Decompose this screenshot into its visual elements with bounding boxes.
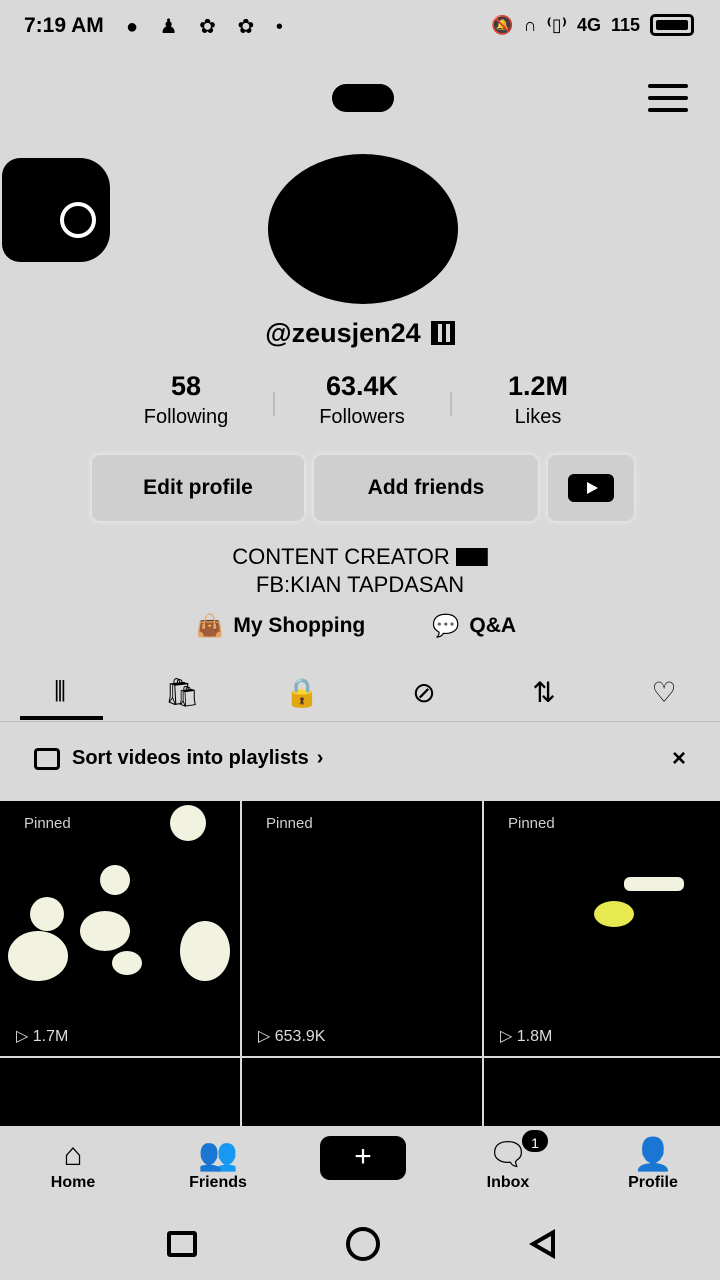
stat-likes[interactable]: 1.2M Likes <box>458 370 618 429</box>
my-shopping-link[interactable]: 👜 My Shopping <box>196 610 365 642</box>
bio-text-1: CONTENT CREATOR <box>232 544 450 569</box>
pinned-label: Pinned <box>24 815 71 832</box>
nav-profile-label: Profile <box>628 1174 678 1191</box>
tab-liked[interactable]: ♡ <box>634 672 694 712</box>
stat-following[interactable]: 58 Following <box>106 370 266 429</box>
vibrate-icon: ⁽▯⁾ <box>546 14 567 35</box>
tab-shop[interactable]: 🛍 <box>152 672 212 712</box>
mute-icon: 🔕 <box>491 14 514 35</box>
video-tile[interactable] <box>484 1058 720 1128</box>
circle-icon <box>346 1227 380 1261</box>
question-bubble-icon: 💬 <box>432 613 460 638</box>
back-button[interactable] <box>522 1224 562 1264</box>
nav-home-label: Home <box>50 1174 96 1191</box>
network-label: 4G <box>576 14 601 35</box>
video-tile[interactable]: Pinned ▷ 653.9K <box>242 801 482 1056</box>
qa-label: Q&A <box>469 614 517 637</box>
tab-divider <box>0 721 720 722</box>
sort-playlists-prompt[interactable]: Sort videos into playlists › <box>34 747 323 770</box>
tag-hidden-icon: ⊘ <box>412 676 436 708</box>
repost-icon: ⇅ <box>532 676 556 708</box>
videos-grid-icon: ⦀ <box>53 675 67 707</box>
tab-videos[interactable]: ⦀ <box>30 672 90 712</box>
contact-icon: ♟ <box>159 16 186 38</box>
close-icon[interactable]: × <box>672 745 686 773</box>
flag-icon <box>455 548 488 566</box>
my-shopping-label: My Shopping <box>233 614 366 637</box>
shop-bag-icon: 🛍 <box>164 676 200 708</box>
following-label: Following <box>143 406 229 428</box>
headphones-icon: ∩ <box>523 14 537 35</box>
inbox-badge: 1 <box>520 1128 550 1154</box>
friends-icon: 👥 <box>198 1136 238 1172</box>
video-tile[interactable]: Pinned ▷ 1.8M <box>484 801 720 1056</box>
sort-playlists-label: Sort videos into playlists <box>72 747 309 769</box>
sync-icon: ✿ <box>237 16 263 38</box>
shopping-bag-icon: 👜 <box>196 613 224 638</box>
square-icon <box>167 1231 197 1257</box>
active-tab-indicator <box>20 716 103 720</box>
nav-inbox-label: Inbox <box>486 1174 530 1191</box>
username-row: @zeusjen24 <box>0 318 720 349</box>
nav-home[interactable]: ⌂ Home <box>18 1134 128 1192</box>
status-time: 7:19 AM <box>24 14 104 37</box>
avatar[interactable] <box>268 154 458 304</box>
video-tile[interactable] <box>0 1058 240 1128</box>
heart-icon: ♡ <box>651 676 677 708</box>
youtube-link-button[interactable] <box>548 455 634 521</box>
messenger-icon: ● <box>126 16 147 38</box>
followers-count: 63.4K <box>325 371 399 401</box>
back-triangle-icon <box>529 1229 555 1259</box>
speed-label: 115 <box>610 14 640 35</box>
profile-icon: 👤 <box>633 1136 673 1172</box>
stat-divider <box>273 392 275 416</box>
sync-icon: ✿ <box>199 16 224 38</box>
playlist-icon <box>34 747 60 770</box>
home-system-button[interactable] <box>343 1224 383 1264</box>
video-tile[interactable] <box>242 1058 482 1128</box>
qa-link[interactable]: 💬 Q&A <box>432 610 516 642</box>
bio-line-1: CONTENT CREATOR <box>0 544 720 570</box>
likes-count: 1.2M <box>507 371 569 401</box>
edit-profile-button[interactable]: Edit profile <box>92 455 304 521</box>
camera-sticker-icon <box>2 158 110 262</box>
tab-tagged[interactable]: ⊘ <box>394 672 454 712</box>
dot-icon: • <box>275 16 291 38</box>
followers-label: Followers <box>319 406 405 428</box>
pinned-label: Pinned <box>266 815 313 832</box>
recent-apps-button[interactable] <box>162 1224 202 1264</box>
profile-switcher-pill[interactable] <box>332 84 394 112</box>
create-button[interactable]: + <box>320 1136 406 1180</box>
bio-text-2: FB:KIAN TAPDASAN <box>255 572 465 597</box>
tab-reposts[interactable]: ⇅ <box>514 672 574 712</box>
home-icon: ⌂ <box>63 1136 83 1172</box>
system-status-icons: 🔕 ∩ ⁽▯⁾ 4G 115 <box>491 14 694 36</box>
nav-friends[interactable]: 👥 Friends <box>163 1134 273 1192</box>
view-count: ▷ 1.7M <box>16 1028 69 1045</box>
qr-code-icon[interactable] <box>430 321 455 345</box>
stat-followers[interactable]: 63.4K Followers <box>282 370 442 429</box>
tab-private[interactable]: 🔒 <box>272 672 332 712</box>
stat-divider <box>450 392 452 416</box>
video-tile[interactable]: Pinned ▷ 1.7M <box>0 801 240 1056</box>
view-count: ▷ 1.8M <box>500 1028 553 1045</box>
likes-label: Likes <box>514 406 562 428</box>
battery-full-icon <box>650 14 694 36</box>
nav-friends-label: Friends <box>189 1174 247 1191</box>
chevron-right-icon: › <box>316 747 324 769</box>
view-count: ▷ 653.9K <box>258 1028 326 1045</box>
nav-profile[interactable]: 👤 Profile <box>598 1134 708 1192</box>
youtube-icon <box>568 474 614 502</box>
add-friends-button[interactable]: Add friends <box>314 455 538 521</box>
hamburger-menu-icon[interactable] <box>648 84 688 112</box>
notification-icons: ● ♟ ✿ ✿ • <box>126 14 291 39</box>
following-count: 58 <box>170 371 202 401</box>
lock-icon: 🔒 <box>284 676 320 708</box>
pinned-label: Pinned <box>508 815 555 832</box>
username: @zeusjen24 <box>265 318 421 348</box>
